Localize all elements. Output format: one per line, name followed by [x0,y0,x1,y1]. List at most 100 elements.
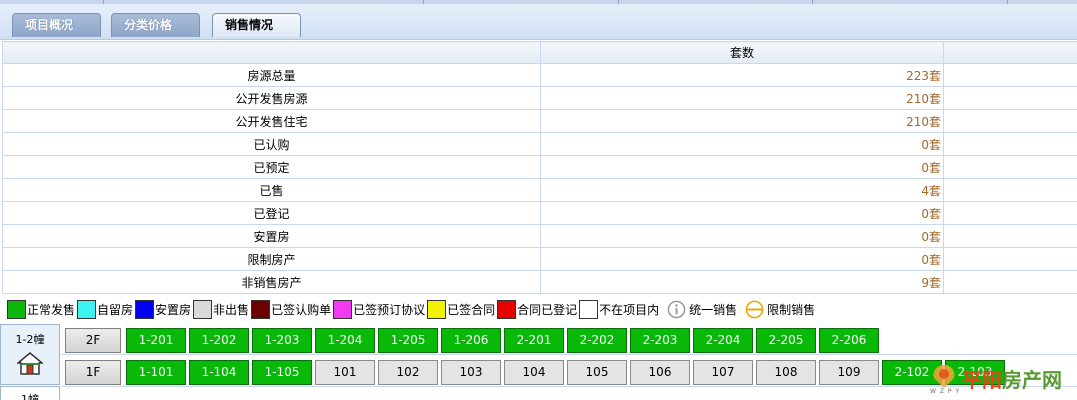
watermark-text: 平阳房产网 [962,368,1062,392]
table-row: 已认购 0套 [2,132,1077,156]
tab-bar: 项目概况 分类价格 销售情况 [0,0,1077,40]
room-cell[interactable]: 105 [567,360,627,385]
legend-swatch [193,299,213,319]
room-cell[interactable]: 2-201 [504,328,564,353]
row-label: 已认购 [2,132,541,156]
room-cell[interactable]: 2-204 [693,328,753,353]
room-cell[interactable]: 1-105 [252,360,312,385]
row-label: 已售 [2,178,541,202]
building-selector[interactable]: 1-2幢 [0,324,60,385]
divider [423,0,424,4]
legend-item: 正常发售 [7,299,75,319]
header-cell-units: 套数 [540,41,944,64]
room-cell[interactable]: 104 [504,360,564,385]
divider [618,0,619,4]
top-strip [0,0,1077,4]
row-empty-cell [943,155,1077,179]
legend-item: 统一销售 [661,300,737,319]
row-label: 非销售房产 [2,270,541,294]
legend-label: 合同已登记 [517,302,578,317]
room-cell[interactable]: 107 [693,360,753,385]
row-label: 安置房 [2,224,541,248]
row-value: 9套 [540,270,944,294]
room-cell[interactable]: 2-203 [630,328,690,353]
legend-item: 安置房 [135,299,192,319]
row-empty-cell [943,132,1077,156]
room-cell[interactable]: 2-206 [819,328,879,353]
legend-label: 已签预订协议 [353,302,426,317]
sales-summary-table: 套数 房源总量 223套 公开发售房源 210套 公开发售住宅 210套 已认购 0套 已预定 0… [2,41,1077,294]
tab-project-overview[interactable]: 项目概况 [12,13,101,37]
row-value: 0套 [540,155,944,179]
table-row: 已售 4套 [2,178,1077,202]
legend-label: 限制销售 [767,302,816,317]
room-cell[interactable]: 1-101 [126,360,186,385]
legend-label: 统一销售 [689,302,738,317]
legend-item: 非出售 [193,299,250,319]
room-cell[interactable]: 1-201 [126,328,186,353]
table-row: 公开发售房源 210套 [2,86,1077,110]
row-label: 房源总量 [2,63,541,87]
building-selector-next[interactable]: 1幢 [0,386,60,400]
row-divider [61,386,1077,387]
legend-swatch [77,299,97,319]
floor-plan: 1-2幢 1幢 2F 1-201 1-202 1-203 1-204 1-205 1-206… [0,324,1077,400]
row-value: 0套 [540,201,944,225]
legend-label: 非出售 [213,302,250,317]
row-value: 0套 [540,132,944,156]
row-divider [61,354,1077,355]
room-cell[interactable]: 102 [378,360,438,385]
minus-circle-icon [745,300,764,318]
row-empty-cell [943,86,1077,110]
legend-swatch [251,299,271,319]
row-value: 210套 [540,109,944,133]
legend-swatch [579,299,599,319]
legend-label: 自留房 [97,302,134,317]
header-cell-empty [943,41,1077,64]
legend-label: 已签认购单 [271,302,332,317]
room-cell[interactable]: 2-205 [756,328,816,353]
status-legend: 正常发售 自留房 安置房 非出售 已签认购单 已签预订协议 已签合同 合同已登记 不在项目内 统一… [0,294,1077,324]
legend-swatch [7,299,26,319]
legend-swatch [497,299,517,319]
room-cell[interactable]: 2-202 [567,328,627,353]
row-label: 公开发售房源 [2,86,541,110]
room-cell[interactable]: 1-204 [315,328,375,353]
legend-item: 已签合同 [427,299,496,319]
table-header-row: 套数 [2,41,1077,64]
row-value: 0套 [540,224,944,248]
legend-swatch [135,299,155,319]
row-label: 已预定 [2,155,541,179]
room-cell[interactable]: 108 [756,360,816,385]
row-empty-cell [943,270,1077,294]
divider [103,0,104,4]
legend-item: 已签认购单 [251,299,332,319]
row-empty-cell [943,63,1077,87]
floor-label-2f[interactable]: 2F [65,328,121,353]
table-row: 房源总量 223套 [2,63,1077,87]
tab-sales-status[interactable]: 销售情况 [212,13,301,37]
room-cell[interactable]: 1-202 [189,328,249,353]
room-cell[interactable]: 1-203 [252,328,312,353]
divider [1007,0,1008,4]
legend-label: 不在项目内 [599,302,660,317]
divider [812,0,813,4]
legend-item: 限制销售 [739,300,815,319]
room-cell[interactable]: 106 [630,360,690,385]
header-cell-empty [2,41,541,64]
room-cell[interactable]: 1-205 [378,328,438,353]
legend-item: 不在项目内 [579,299,660,319]
room-cell[interactable]: 1-206 [441,328,501,353]
row-value: 210套 [540,86,944,110]
row-value: 223套 [540,63,944,87]
legend-label: 安置房 [155,302,192,317]
room-cell[interactable]: 101 [315,360,375,385]
tab-category-price[interactable]: 分类价格 [111,13,200,37]
legend-label: 已签合同 [447,302,496,317]
room-cell[interactable]: 109 [819,360,879,385]
room-cell[interactable]: 1-104 [189,360,249,385]
floor-label-1f[interactable]: 1F [65,360,121,385]
row-empty-cell [943,224,1077,248]
room-cell[interactable]: 103 [441,360,501,385]
legend-item: 自留房 [77,299,134,319]
